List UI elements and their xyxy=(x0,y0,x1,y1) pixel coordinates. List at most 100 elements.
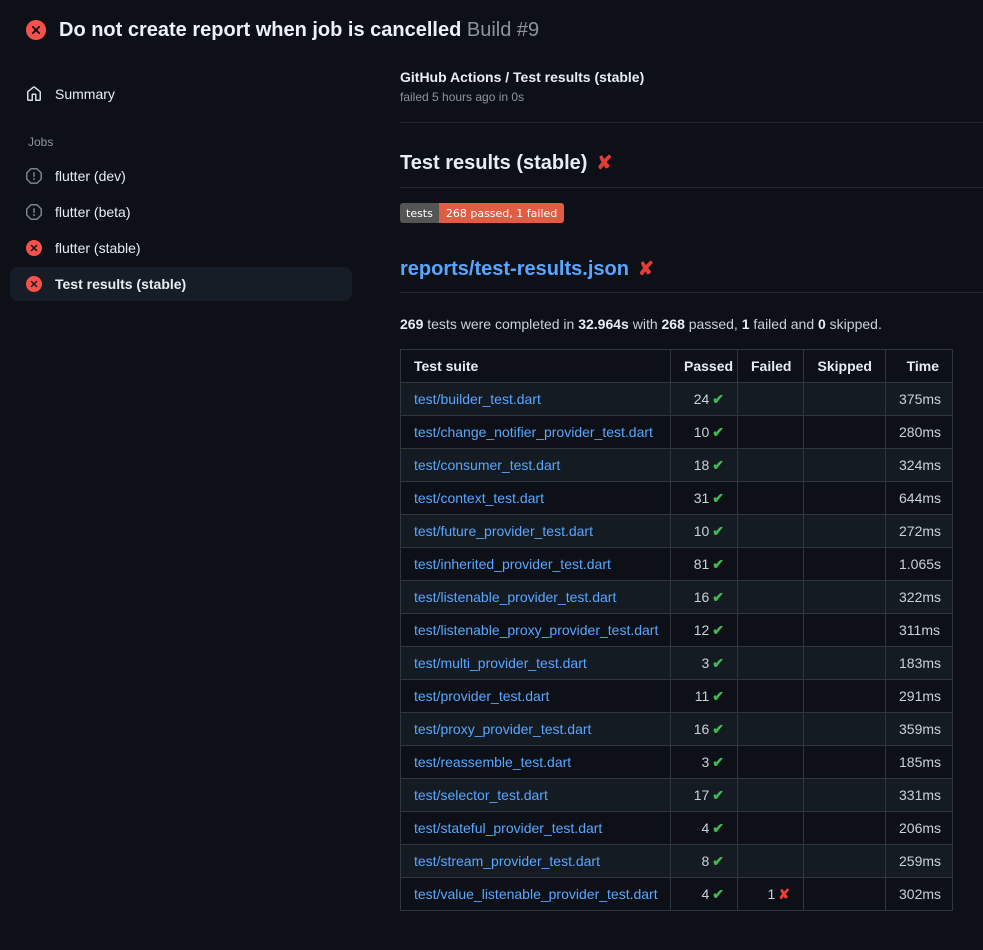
count-value: 16 xyxy=(694,721,710,737)
failed-x-icon: ✘ xyxy=(638,259,654,280)
count-value: 11 xyxy=(695,688,710,704)
test-suite-link[interactable]: test/context_test.dart xyxy=(414,490,544,506)
sidebar-item-job-0[interactable]: flutter (dev) xyxy=(10,159,352,193)
cell-failed xyxy=(738,482,804,515)
table-row: test/builder_test.dart24✔375ms xyxy=(401,383,953,416)
cell-failed xyxy=(738,680,804,713)
test-suite-link[interactable]: test/selector_test.dart xyxy=(414,787,548,803)
cell-time: 1.065s xyxy=(886,548,953,581)
badge-value: 268 passed, 1 failed xyxy=(439,203,564,223)
sidebar: Summary Jobs flutter (dev) flutter (beta)… xyxy=(0,55,376,303)
test-suite-link[interactable]: test/listenable_proxy_provider_test.dart xyxy=(414,622,658,638)
count-value: 1 xyxy=(767,886,775,902)
section-divider xyxy=(400,122,983,123)
test-suite-link[interactable]: test/listenable_provider_test.dart xyxy=(414,589,616,605)
cell-passed: 31✔ xyxy=(671,482,738,515)
cell-time: 324ms xyxy=(886,449,953,482)
table-row: test/listenable_provider_test.dart 16✔ 322… xyxy=(401,581,953,614)
job-label: flutter (stable) xyxy=(55,240,141,256)
test-suite-link[interactable]: test/inherited_provider_test.dart xyxy=(414,556,611,572)
column-header-failed: Failed xyxy=(738,350,804,383)
cell-passed: 18✔ xyxy=(671,449,738,482)
cell-failed xyxy=(738,812,804,845)
cell-time: 302ms xyxy=(886,878,953,911)
cell-failed xyxy=(738,515,804,548)
test-suite-link[interactable]: test/multi_provider_test.dart xyxy=(414,655,587,671)
test-suite-link[interactable]: test/proxy_provider_test.dart xyxy=(414,721,591,737)
page-title: Do not create report when job is cancell… xyxy=(59,17,539,43)
count-value: 8 xyxy=(701,853,709,869)
count-value: 10 xyxy=(694,523,710,539)
test-suite-link[interactable]: test/change_notifier_provider_test.dart xyxy=(414,424,653,440)
sidebar-item-job-1[interactable]: flutter (beta) xyxy=(10,195,352,229)
summary-segment: 1 xyxy=(742,316,750,332)
cell-failed xyxy=(738,449,804,482)
test-suite-link[interactable]: test/reassemble_test.dart xyxy=(414,754,571,770)
count-value: 18 xyxy=(694,457,710,473)
summary-label: Summary xyxy=(55,86,115,102)
report-file-link[interactable]: reports/test-results.json xyxy=(400,258,629,280)
cell-time: 291ms xyxy=(886,680,953,713)
cell-passed: 81✔ xyxy=(671,548,738,581)
run-breadcrumb: GitHub Actions / Test results (stable) xyxy=(400,69,983,85)
table-row: test/inherited_provider_test.dart 81✔ 1.06… xyxy=(401,548,953,581)
job-label: flutter (beta) xyxy=(55,204,130,220)
cell-skipped xyxy=(804,845,886,878)
passed-check-icon: ✔ xyxy=(712,754,724,770)
cell-test-suite: test/selector_test.dart xyxy=(401,779,671,812)
count-value: 10 xyxy=(694,424,710,440)
cell-passed: 10✔ xyxy=(671,416,738,449)
test-suite-link[interactable]: test/stateful_provider_test.dart xyxy=(414,820,602,836)
cell-time: 359ms xyxy=(886,713,953,746)
cell-passed: 4✔ xyxy=(671,878,738,911)
test-suite-link[interactable]: test/provider_test.dart xyxy=(414,688,549,704)
summary-segment: 269 xyxy=(400,316,423,332)
cell-passed: 16✔ xyxy=(671,581,738,614)
cell-test-suite: test/consumer_test.dart xyxy=(401,449,671,482)
failed-x-icon: ✘ xyxy=(778,886,790,902)
passed-check-icon: ✔ xyxy=(712,787,724,803)
test-suite-link[interactable]: test/builder_test.dart xyxy=(414,391,541,407)
test-suite-link[interactable]: test/consumer_test.dart xyxy=(414,457,560,473)
cell-failed xyxy=(738,548,804,581)
cell-passed: 10✔ xyxy=(671,515,738,548)
cell-passed: 11✔ xyxy=(671,680,738,713)
cell-test-suite: test/stream_provider_test.dart xyxy=(401,845,671,878)
cell-passed: 8✔ xyxy=(671,845,738,878)
test-suite-link[interactable]: test/stream_provider_test.dart xyxy=(414,853,600,869)
sidebar-item-job-3[interactable]: Test results (stable) xyxy=(10,267,352,301)
cell-time: 280ms xyxy=(886,416,953,449)
summary-segment: passed, xyxy=(685,316,742,332)
cell-time: 644ms xyxy=(886,482,953,515)
table-row: test/context_test.dart 31✔ 644ms xyxy=(401,482,953,515)
passed-check-icon: ✔ xyxy=(712,655,724,671)
home-icon xyxy=(26,86,42,102)
cell-skipped xyxy=(804,416,886,449)
cell-test-suite: test/listenable_proxy_provider_test.dart xyxy=(401,614,671,647)
passed-check-icon: ✔ xyxy=(712,523,724,539)
cell-test-suite: test/value_listenable_provider_test.dart xyxy=(401,878,671,911)
sidebar-item-job-2[interactable]: flutter (stable) xyxy=(10,231,352,265)
report-heading-text: Test results (stable) xyxy=(400,152,587,174)
passed-check-icon: ✔ xyxy=(712,556,724,572)
jobs-section-label: Jobs xyxy=(28,135,352,149)
sidebar-item-summary[interactable]: Summary xyxy=(10,77,352,111)
cell-time: 259ms xyxy=(886,845,953,878)
count-value: 4 xyxy=(701,820,709,836)
test-suite-link[interactable]: test/future_provider_test.dart xyxy=(414,523,593,539)
cell-failed: 1✘ xyxy=(738,878,804,911)
passed-check-icon: ✔ xyxy=(712,391,724,407)
cell-failed xyxy=(738,647,804,680)
cell-test-suite: test/multi_provider_test.dart xyxy=(401,647,671,680)
report-heading: Test results (stable)✘ xyxy=(400,150,983,188)
cell-time: 272ms xyxy=(886,515,953,548)
test-suite-link[interactable]: test/value_listenable_provider_test.dart xyxy=(414,886,658,902)
cell-test-suite: test/inherited_provider_test.dart xyxy=(401,548,671,581)
cell-passed: 16✔ xyxy=(671,713,738,746)
count-value: 17 xyxy=(694,787,710,803)
cell-failed xyxy=(738,845,804,878)
cell-test-suite: test/reassemble_test.dart xyxy=(401,746,671,779)
cell-time: 183ms xyxy=(886,647,953,680)
count-value: 81 xyxy=(694,556,710,572)
cell-time: 322ms xyxy=(886,581,953,614)
